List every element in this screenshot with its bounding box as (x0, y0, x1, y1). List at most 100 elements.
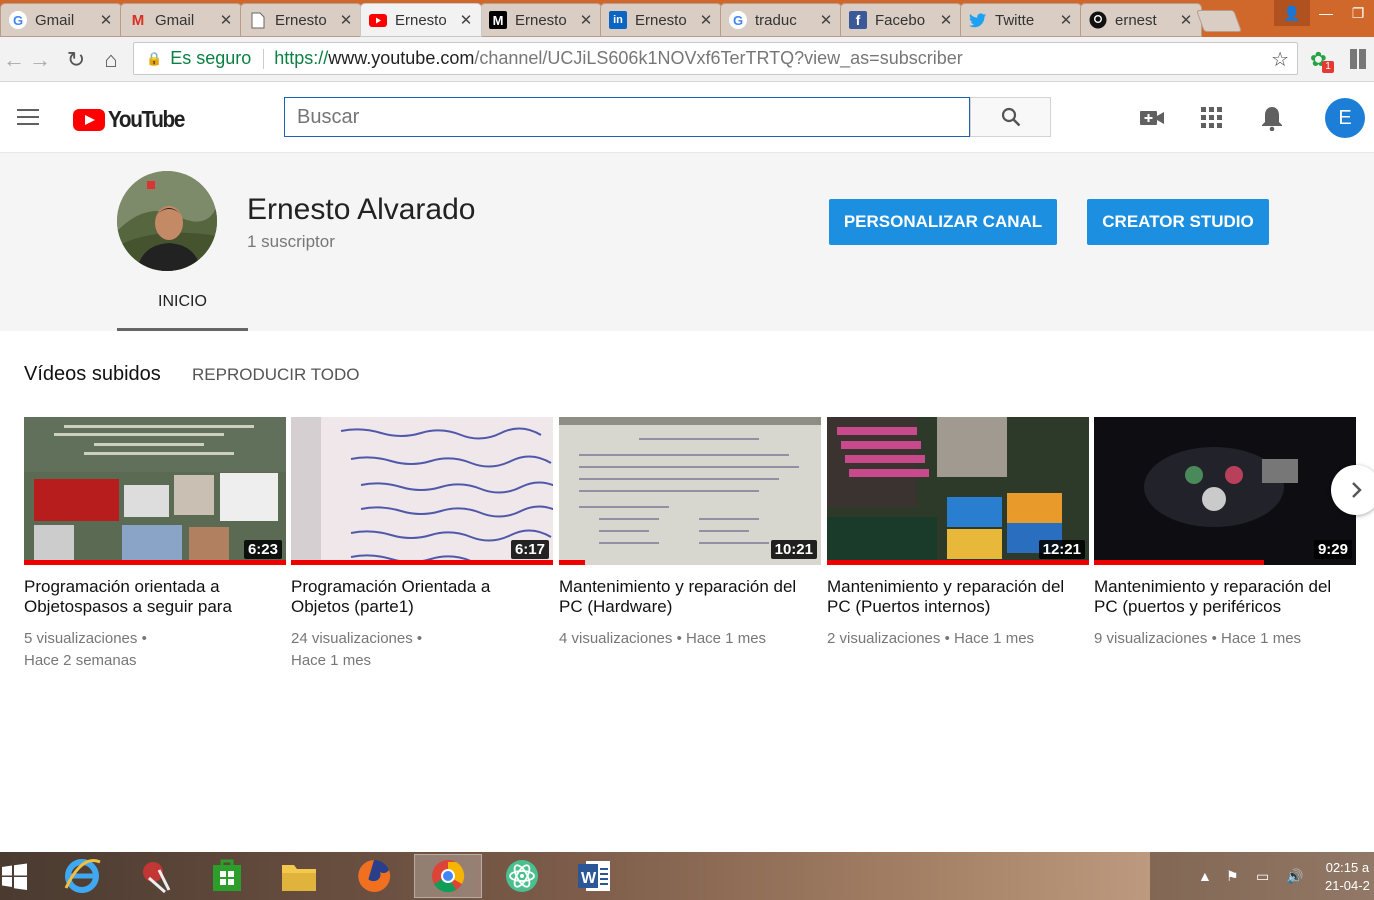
back-arrow-icon[interactable]: ← (2, 47, 26, 72)
new-tab-button[interactable] (1195, 10, 1243, 32)
apps-grid-icon[interactable] (1199, 105, 1225, 131)
notifications-bell-icon[interactable] (1259, 105, 1285, 131)
address-bar[interactable]: 🔒 Es seguro https:// www.youtube.com /ch… (133, 42, 1298, 75)
video-metadata: 24 visualizaciones • Hace 1 mes (291, 630, 423, 669)
chrome-icon[interactable] (414, 854, 482, 898)
tab-home[interactable]: INICIO (117, 283, 248, 331)
minimize-button[interactable]: — (1310, 0, 1342, 26)
clock[interactable]: 02:15 a 21-04-2 (1325, 859, 1370, 895)
browser-tab[interactable]: G traduc ✕ (720, 3, 842, 37)
divider (263, 48, 265, 69)
search-button[interactable] (970, 97, 1051, 137)
youtube-logo[interactable]: YouTube (73, 106, 192, 133)
video-card[interactable]: 12:21 Mantenimiento y reparación del PC … (827, 417, 1089, 650)
twitter-icon (969, 11, 987, 29)
next-arrow-button[interactable] (1331, 465, 1374, 515)
video-title[interactable]: Mantenimiento y reparación del PC (Puert… (827, 577, 1089, 617)
play-all-link[interactable]: REPRODUCIR TODO (192, 365, 360, 385)
tab-label: Ernesto (515, 11, 567, 29)
snipping-tool-icon[interactable] (123, 854, 191, 898)
video-metadata: 5 visualizaciones • Hace 2 semanas (24, 630, 147, 669)
video-title[interactable]: Mantenimiento y reparación del PC (puert… (1094, 577, 1356, 617)
volume-icon[interactable]: 🔊 (1286, 868, 1303, 885)
watch-progress-bar (1094, 560, 1265, 565)
video-thumbnail[interactable]: 6:17 (291, 417, 553, 565)
menu-icon[interactable] (17, 109, 39, 125)
watch-progress-bar (24, 560, 286, 565)
browser-tab[interactable]: f Facebo ✕ (840, 3, 962, 37)
video-thumbnail[interactable]: 10:21 (559, 417, 821, 565)
browser-tab[interactable]: G Gmail ✕ (0, 3, 122, 37)
browser-tab[interactable]: M Ernesto ✕ (480, 3, 602, 37)
url-host: www.youtube.com (328, 48, 475, 68)
close-icon[interactable]: ✕ (819, 11, 833, 29)
watch-progress-bar (291, 560, 553, 565)
close-icon[interactable]: ✕ (939, 11, 953, 29)
close-icon[interactable]: ✕ (459, 11, 473, 29)
upload-age: Hace 1 mes (1221, 630, 1302, 647)
video-title[interactable]: Programación Orientada a Objetos (parte1… (291, 577, 553, 617)
browser-tab[interactable]: M Gmail ✕ (120, 3, 242, 37)
subscriber-count: 1 suscriptor (247, 232, 335, 251)
video-thumbnail[interactable]: 9:29 (1094, 417, 1356, 565)
video-card[interactable]: 6:17 Programación Orientada a Objetos (p… (291, 417, 553, 672)
user-profile-icon[interactable]: 👤 (1274, 0, 1310, 26)
video-card[interactable]: 10:21 Mantenimiento y reparación del PC … (559, 417, 821, 650)
channel-avatar (117, 171, 217, 271)
internet-explorer-icon[interactable] (48, 854, 116, 898)
creator-studio-button[interactable]: CREATOR STUDIO (1087, 199, 1269, 245)
close-icon[interactable]: ✕ (699, 11, 713, 29)
browser-tab[interactable]: Twitte ✕ (960, 3, 1082, 37)
view-count: 9 visualizaciones (1094, 630, 1208, 647)
maximize-button[interactable]: ❐ (1342, 0, 1374, 26)
close-icon[interactable]: ✕ (339, 11, 353, 29)
google-icon: G (9, 11, 27, 29)
close-icon[interactable]: ✕ (579, 11, 593, 29)
browser-tab-active[interactable]: Ernesto ✕ (360, 3, 482, 37)
file-explorer-icon[interactable] (265, 854, 333, 898)
window-controls: 👤 — ❐ (1274, 0, 1374, 26)
firefox-icon[interactable] (340, 854, 408, 898)
video-card[interactable]: 6:23 Programación orientada a Objetospas… (24, 417, 286, 672)
tab-label: Gmail (155, 11, 195, 29)
lock-icon: 🔒 (146, 50, 163, 66)
video-card[interactable]: 9:29 Mantenimiento y reparación del PC (… (1094, 417, 1356, 650)
browser-tab[interactable]: ernest ✕ (1080, 3, 1202, 37)
watch-progress-bar (559, 560, 586, 565)
reload-icon[interactable]: ↻ (64, 47, 88, 72)
account-avatar[interactable]: E (1325, 98, 1365, 138)
video-thumbnail[interactable]: 6:23 (24, 417, 286, 565)
search-input[interactable] (284, 97, 970, 137)
customize-channel-button[interactable]: PERSONALIZAR CANAL (829, 199, 1057, 245)
page-icon (249, 11, 267, 29)
store-icon[interactable] (193, 854, 261, 898)
windows-start-icon[interactable] (0, 862, 30, 892)
video-title[interactable]: Mantenimiento y reparación del PC (Hardw… (559, 577, 821, 617)
extension-pause-icon[interactable] (1350, 49, 1368, 69)
close-icon[interactable]: ✕ (99, 11, 113, 29)
close-icon[interactable]: ✕ (1179, 11, 1193, 29)
video-duration: 6:23 (243, 540, 282, 559)
tab-label: traduc (755, 11, 797, 29)
browser-tab-strip: G Gmail ✕ M Gmail ✕ Ernesto ✕ Ernesto ✕ … (0, 0, 1374, 37)
close-icon[interactable]: ✕ (219, 11, 233, 29)
video-title[interactable]: Programación orientada a Objetospasos a … (24, 577, 286, 617)
browser-tab[interactable]: Ernesto ✕ (240, 3, 362, 37)
video-thumbnail[interactable]: 12:21 (827, 417, 1089, 565)
home-icon[interactable]: ⌂ (99, 47, 123, 72)
network-icon[interactable]: ▭ (1256, 868, 1269, 885)
tab-label: ernest (1115, 11, 1157, 29)
chevron-up-icon[interactable]: ▲ (1198, 868, 1212, 884)
flag-icon[interactable]: ⚑ (1226, 868, 1239, 885)
view-count: 4 visualizaciones (559, 630, 673, 647)
forward-arrow-icon[interactable]: → (28, 47, 52, 72)
medium-icon: M (489, 11, 507, 29)
extension-icon[interactable]: ✿ 1 (1310, 47, 1334, 73)
upload-video-icon[interactable] (1139, 105, 1165, 131)
close-icon[interactable]: ✕ (1059, 11, 1073, 29)
view-count: 5 visualizaciones (24, 630, 138, 647)
atom-icon[interactable] (488, 854, 556, 898)
bookmark-star-icon[interactable]: ☆ (1271, 47, 1289, 72)
browser-tab[interactable]: in Ernesto ✕ (600, 3, 722, 37)
word-icon[interactable]: W (560, 854, 628, 898)
